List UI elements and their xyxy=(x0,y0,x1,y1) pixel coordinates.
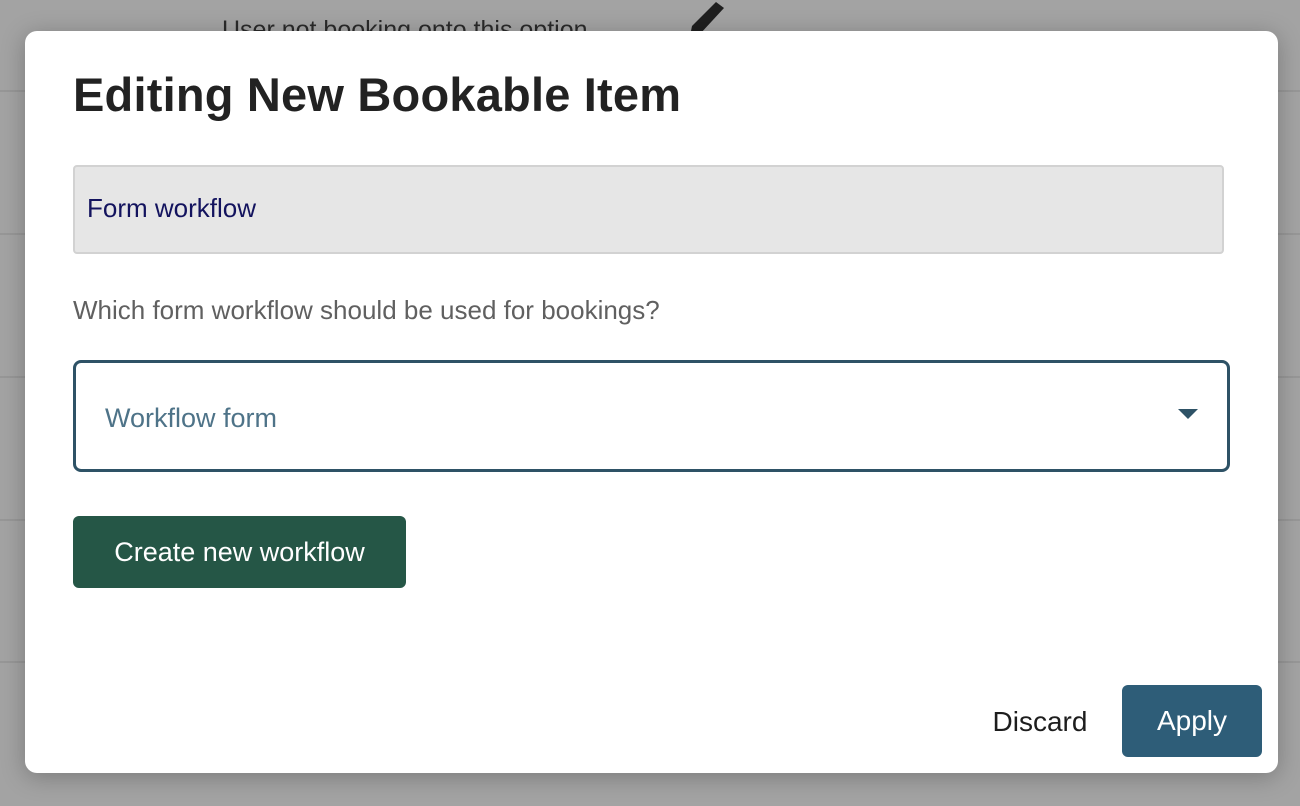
workflow-select-value: Workflow form xyxy=(105,403,278,433)
edit-bookable-item-dialog: Editing New Bookable Item Form workflow … xyxy=(25,31,1278,773)
workflow-question: Which form workflow should be used for b… xyxy=(73,295,660,325)
caret-down-icon xyxy=(1178,409,1198,419)
discard-button[interactable]: Discard xyxy=(975,686,1105,758)
apply-button[interactable]: Apply xyxy=(1122,685,1262,757)
section-label: Form workflow xyxy=(87,193,257,223)
section-header: Form workflow xyxy=(73,165,1224,254)
create-new-workflow-button[interactable]: Create new workflow xyxy=(73,516,406,588)
workflow-select[interactable]: Workflow form xyxy=(73,360,1230,472)
dialog-title: Editing New Bookable Item xyxy=(73,68,682,121)
